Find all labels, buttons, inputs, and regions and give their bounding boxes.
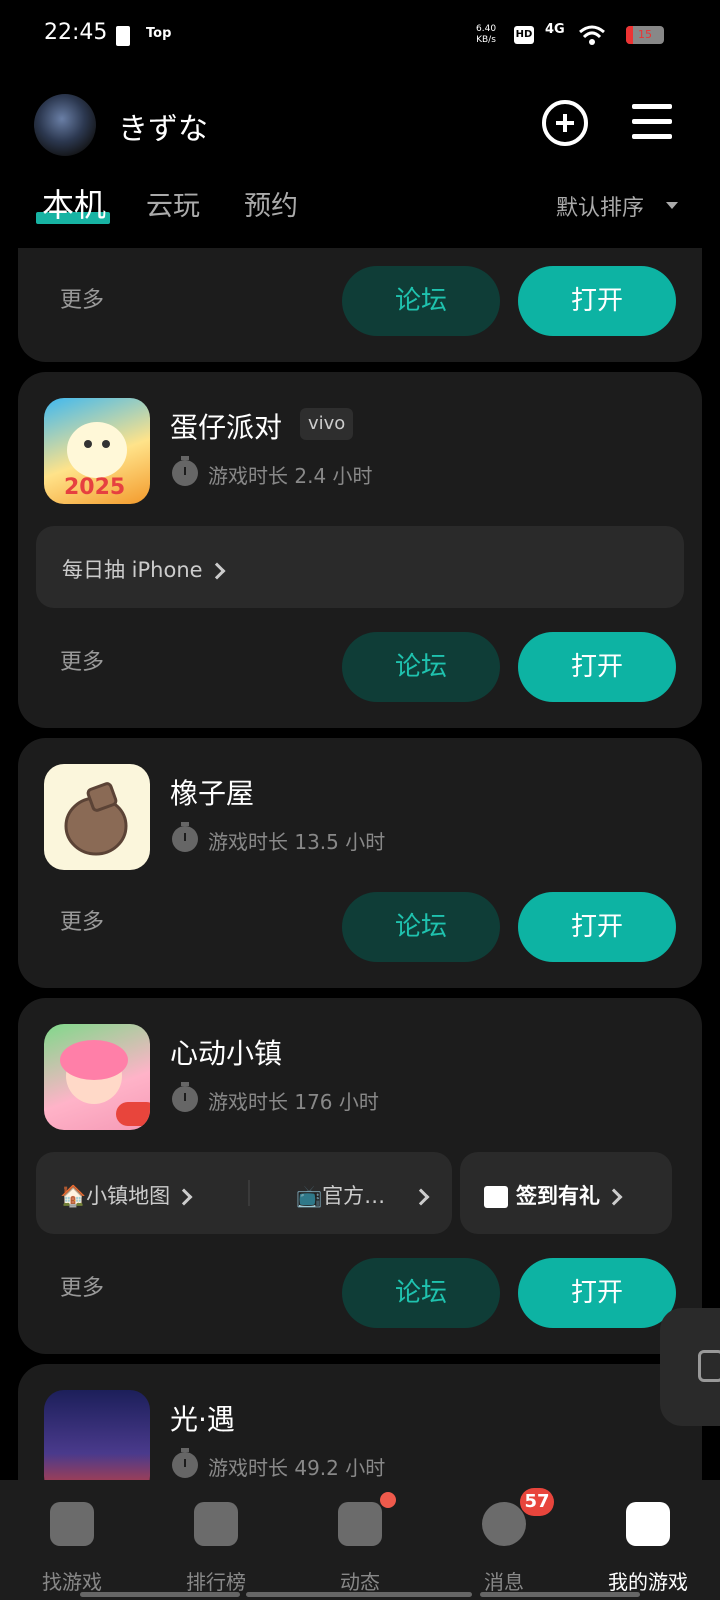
game-icon-acorn-house[interactable] bbox=[44, 764, 150, 870]
game-card: 2025 蛋仔派对 vivo 游戏时长 2.4 小时 每日抽 iPhone 更多… bbox=[18, 372, 702, 728]
game-card: 橡子屋 游戏时长 13.5 小时 更多 论坛 打开 bbox=[18, 738, 702, 988]
game-card: 心动小镇 游戏时长 176 小时 🏠小镇地图 📺官方… 签到有礼 更多 论坛 打… bbox=[18, 998, 702, 1354]
notification-dot bbox=[380, 1492, 396, 1508]
avatar[interactable] bbox=[34, 94, 96, 156]
gesture-bar bbox=[480, 1592, 640, 1597]
status-tag: Top bbox=[146, 26, 172, 41]
wifi-icon bbox=[579, 25, 605, 45]
game-name[interactable]: 心动小镇 bbox=[170, 1032, 282, 1072]
game-icon-heartopia[interactable] bbox=[44, 1024, 150, 1130]
status-bar: 22:45 Top 6.40 KB/s HD 4G 15 bbox=[0, 0, 720, 70]
gesture-bar bbox=[80, 1592, 240, 1597]
menu-button[interactable] bbox=[632, 104, 672, 140]
add-game-button[interactable] bbox=[542, 100, 588, 146]
network-speed: 6.40 KB/s bbox=[476, 24, 497, 45]
chevron-right-icon bbox=[605, 1188, 623, 1206]
town-map-link[interactable]: 🏠小镇地图 bbox=[60, 1180, 193, 1210]
game-name[interactable]: 蛋仔派对 bbox=[170, 406, 282, 446]
open-button[interactable]: 打开 bbox=[518, 1258, 676, 1328]
nav-leaderboard[interactable]: 排行榜 bbox=[144, 1480, 288, 1600]
playtime: 游戏时长 49.2 小时 bbox=[208, 1456, 386, 1480]
open-button[interactable]: 打开 bbox=[518, 266, 676, 336]
forum-button[interactable]: 论坛 bbox=[342, 632, 500, 702]
nav-messages[interactable]: 57 消息 bbox=[432, 1480, 576, 1600]
chevron-right-icon bbox=[412, 1188, 430, 1206]
chevron-down-icon[interactable] bbox=[666, 202, 678, 209]
tab-reserve[interactable]: 预约 bbox=[244, 184, 298, 223]
nav-find-games[interactable]: 找游戏 bbox=[0, 1480, 144, 1600]
hd-icon: HD bbox=[514, 26, 534, 44]
tab-bar: 本机 云玩 预约 默认排序 bbox=[0, 180, 720, 230]
username[interactable]: きずな bbox=[118, 104, 208, 148]
leaderboard-icon bbox=[194, 1502, 238, 1546]
clock: 22:45 bbox=[44, 20, 108, 45]
tab-local[interactable]: 本机 bbox=[42, 180, 106, 226]
floating-download-button[interactable] bbox=[660, 1308, 720, 1426]
chevron-right-icon bbox=[208, 562, 226, 580]
more-button[interactable]: 更多 bbox=[60, 904, 104, 936]
sort-dropdown[interactable]: 默认排序 bbox=[556, 190, 644, 222]
battery-icon: 15 bbox=[626, 26, 664, 44]
more-button[interactable]: 更多 bbox=[60, 1270, 104, 1302]
quick-links: 🏠小镇地图 📺官方… bbox=[36, 1152, 452, 1234]
game-name[interactable]: 光·遇 bbox=[170, 1398, 235, 1438]
playtime: 游戏时长 176 小时 bbox=[208, 1090, 379, 1114]
forum-button[interactable]: 论坛 bbox=[342, 266, 500, 336]
game-icon-eggy-party[interactable]: 2025 bbox=[44, 398, 150, 504]
header: きずな bbox=[0, 90, 720, 160]
open-button[interactable]: 打开 bbox=[518, 892, 676, 962]
chat-bubble-icon bbox=[482, 1502, 526, 1546]
find-games-icon bbox=[50, 1502, 94, 1546]
divider bbox=[248, 1180, 250, 1206]
nav-my-games[interactable]: 我的游戏 bbox=[576, 1480, 720, 1600]
svg-text:2025: 2025 bbox=[64, 475, 125, 500]
timer-icon bbox=[172, 822, 198, 852]
unread-badge: 57 bbox=[520, 1488, 554, 1516]
timer-icon bbox=[172, 1448, 198, 1478]
forum-button[interactable]: 论坛 bbox=[342, 1258, 500, 1328]
download-icon bbox=[698, 1350, 720, 1382]
timer-icon bbox=[172, 1082, 198, 1112]
signal-icon: 4G bbox=[545, 22, 565, 37]
feed-icon bbox=[338, 1502, 382, 1546]
timer-icon bbox=[172, 456, 198, 486]
gift-icon bbox=[484, 1186, 508, 1208]
more-button[interactable]: 更多 bbox=[60, 282, 104, 314]
checkin-reward-button[interactable]: 签到有礼 bbox=[460, 1152, 672, 1234]
open-button[interactable]: 打开 bbox=[518, 632, 676, 702]
playtime: 游戏时长 2.4 小时 bbox=[208, 464, 373, 488]
platform-tag: vivo bbox=[300, 408, 354, 440]
gesture-bar bbox=[246, 1592, 472, 1597]
official-link[interactable]: 📺官方… bbox=[296, 1180, 430, 1210]
gamepad-icon bbox=[626, 1502, 670, 1546]
game-name[interactable]: 橡子屋 bbox=[170, 772, 254, 812]
promo-banner[interactable]: 每日抽 iPhone bbox=[36, 526, 684, 608]
nav-feed[interactable]: 动态 bbox=[288, 1480, 432, 1600]
sim-card-icon bbox=[116, 26, 130, 46]
bottom-nav: 找游戏 排行榜 动态 57 消息 我的游戏 bbox=[0, 1480, 720, 1600]
more-button[interactable]: 更多 bbox=[60, 644, 104, 676]
playtime: 游戏时长 13.5 小时 bbox=[208, 830, 386, 854]
forum-button[interactable]: 论坛 bbox=[342, 892, 500, 962]
chevron-right-icon bbox=[175, 1188, 193, 1206]
game-card-partial: 更多 论坛 打开 bbox=[18, 248, 702, 362]
tab-cloud[interactable]: 云玩 bbox=[146, 184, 200, 223]
